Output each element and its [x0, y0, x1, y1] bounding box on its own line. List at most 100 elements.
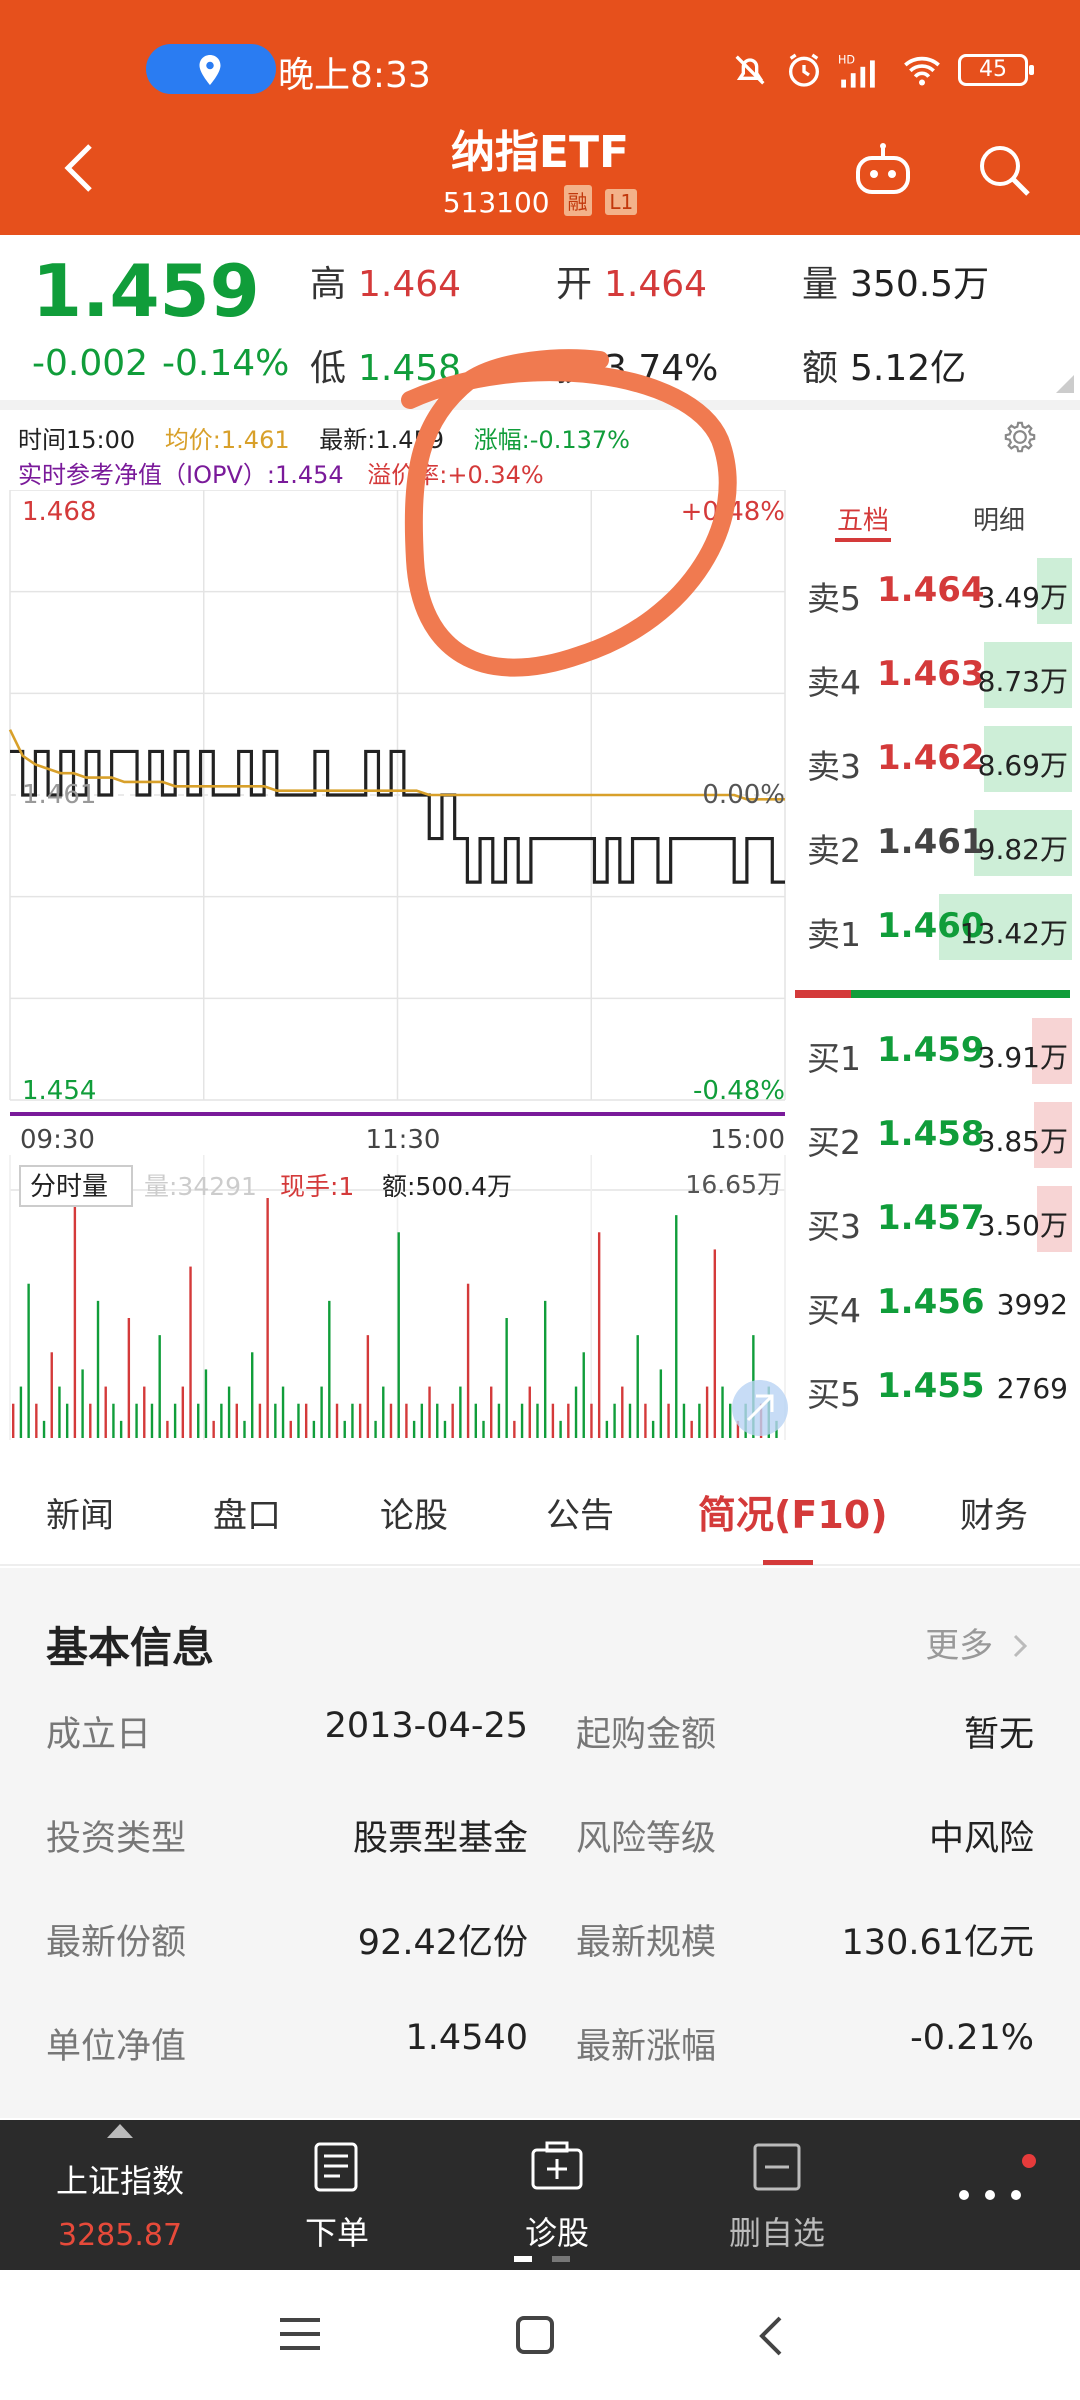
page-title: 纳指ETF	[450, 127, 630, 178]
volume-bar	[358, 1403, 362, 1438]
turnover-value: 3.74%	[604, 348, 719, 389]
ask-row[interactable]: 卖3 1.462 8.69万	[795, 718, 1080, 800]
volume-bar	[366, 1335, 370, 1438]
turnover-label: 换	[556, 348, 593, 389]
bid-row[interactable]: 买5 1.455 2769	[795, 1346, 1080, 1428]
volume-bar	[490, 1386, 493, 1438]
search-icon	[980, 146, 1030, 196]
ask-volume: 8.69万	[977, 749, 1068, 782]
ask-row[interactable]: 卖4 1.463 8.73万	[795, 634, 1080, 716]
pct-mid-label: 0.00%	[702, 780, 785, 810]
info-label: 最新份额	[46, 1923, 187, 1963]
volume-bar	[27, 1283, 30, 1438]
volume-bar	[320, 1386, 323, 1438]
volume-bar	[675, 1215, 678, 1438]
volume-bar	[112, 1403, 115, 1438]
intraday-chart-svg: 1.468 1.461 1.454 +0.48% 0.00% -0.48% 09…	[8, 489, 788, 1440]
x-tick-start: 09:30	[20, 1125, 95, 1155]
volume-bar	[19, 1386, 23, 1438]
volume-bar	[12, 1403, 15, 1438]
back-nav-icon[interactable]	[752, 2314, 792, 2358]
tab-announcements[interactable]: 公告	[546, 1488, 614, 1537]
volume-bar	[227, 1386, 231, 1438]
pct-max-label: +0.48%	[681, 497, 785, 527]
volume-bar	[651, 1420, 655, 1438]
ask-row[interactable]: 卖2 1.461 9.82万	[795, 802, 1080, 884]
volume-bar	[127, 1318, 131, 1438]
tab-news[interactable]: 新闻	[46, 1488, 114, 1537]
volume-bar	[559, 1420, 562, 1438]
volume-bar	[474, 1403, 477, 1438]
volume-bar	[181, 1386, 185, 1438]
volume-bar	[81, 1369, 84, 1438]
remove-watchlist-button[interactable]: 删自选	[702, 2120, 852, 2270]
turnover-stat: 换 3.74%	[556, 339, 718, 391]
info-label: 成立日	[46, 1715, 152, 1755]
intraday-chart[interactable]: 1.468 1.461 1.454 +0.48% 0.00% -0.48% 09…	[0, 489, 795, 1440]
amount-label: 额	[802, 348, 839, 389]
volume-bar	[628, 1403, 632, 1438]
volume-bar	[328, 1300, 331, 1438]
page-indicator-dot	[552, 2256, 570, 2262]
more-menu-button[interactable]	[920, 2120, 1060, 2270]
section-divider	[0, 400, 1080, 410]
battery-indicator: 45	[958, 54, 1034, 86]
location-pill[interactable]	[146, 44, 276, 94]
volume-bars	[12, 1198, 778, 1438]
bid-level-label: 买5	[807, 1375, 861, 1414]
bid-price: 1.457	[877, 1198, 985, 1238]
signal-icon: HD	[838, 54, 875, 88]
volume-bar	[204, 1369, 208, 1438]
more-link[interactable]: 更多	[925, 1618, 1030, 1667]
ask-price: 1.461	[877, 822, 985, 862]
expand-corner-icon[interactable]	[1056, 375, 1074, 393]
premium-rate: 溢价率:+0.34%	[367, 461, 544, 489]
home-icon[interactable]	[514, 2314, 558, 2358]
tab-details[interactable]: 明细	[973, 500, 1025, 537]
tab-financials[interactable]: 财务	[960, 1488, 1028, 1537]
robot-icon	[856, 143, 910, 194]
volume-bar	[382, 1386, 385, 1438]
low-price-stat: 低 1.458	[310, 339, 461, 391]
ask-row[interactable]: 卖1 1.460 13.42万	[795, 886, 1080, 968]
volume-bar	[89, 1403, 92, 1438]
bid-price: 1.458	[877, 1114, 985, 1154]
wifi-icon	[904, 56, 940, 86]
volume-bar	[189, 1266, 192, 1438]
bid-row[interactable]: 买2 1.458 3.85万	[795, 1094, 1080, 1176]
robot-assistant-button[interactable]	[852, 140, 914, 200]
iopv-value: 实时参考净值（IOPV）:1.454	[18, 461, 344, 489]
high-label: 高	[310, 264, 347, 305]
info-label: 最新规模	[576, 1923, 717, 1963]
search-button[interactable]	[974, 140, 1034, 200]
ask-level-label: 卖1	[807, 915, 861, 954]
tab-discussion[interactable]: 论股	[380, 1488, 448, 1537]
volume-bar	[197, 1403, 200, 1438]
ask-row[interactable]: 卖5 1.464 3.49万	[795, 550, 1080, 632]
volume-bar	[35, 1403, 38, 1438]
amount-stat: 额 5.12亿	[802, 339, 966, 391]
tab-order-panel[interactable]: 盘口	[213, 1488, 281, 1537]
bid-row[interactable]: 买4 1.456 3992	[795, 1262, 1080, 1344]
bid-row[interactable]: 买1 1.459 3.91万	[795, 1010, 1080, 1092]
volume-bar	[613, 1403, 616, 1438]
volume-bar	[389, 1403, 393, 1438]
volume-bar	[96, 1300, 100, 1438]
basic-info-title: 基本信息	[46, 1623, 215, 1672]
bottom-toolbar: 上证指数 3285.87 下单 诊股 删自选	[0, 2120, 1080, 2270]
x-tick-mid: 11:30	[366, 1125, 441, 1155]
volume-bar	[466, 1283, 470, 1438]
ask-volume: 9.82万	[977, 833, 1068, 866]
chart-settings-button[interactable]	[1000, 417, 1040, 457]
tab-profile-f10[interactable]: 简况(F10)	[698, 1484, 888, 1539]
status-icons: HD 45	[730, 48, 1034, 92]
index-ticker[interactable]: 上证指数 3285.87	[0, 2120, 220, 2270]
tab-five-levels[interactable]: 五档	[837, 500, 889, 537]
volume-bar	[119, 1420, 123, 1438]
order-button[interactable]: 下单	[262, 2120, 412, 2270]
menu-icon[interactable]	[276, 2314, 326, 2358]
bid-row[interactable]: 买3 1.457 3.50万	[795, 1178, 1080, 1260]
y-min-label: 1.454	[22, 1076, 96, 1106]
volume-bar	[482, 1420, 485, 1438]
diagnose-button[interactable]: 诊股	[482, 2120, 632, 2270]
